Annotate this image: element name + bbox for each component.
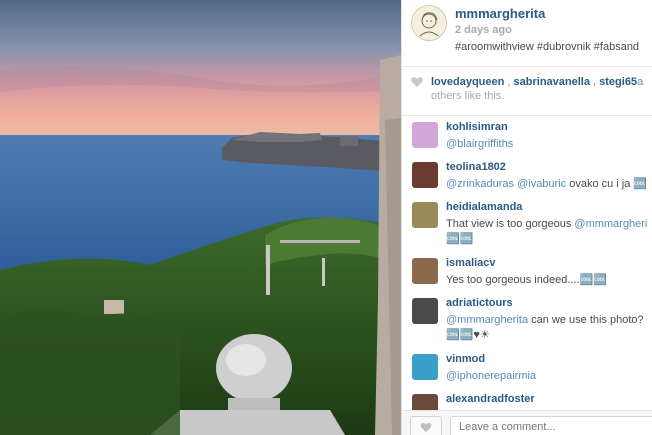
liker-separator: , bbox=[589, 76, 600, 88]
liker-link[interactable]: lovedayqueen bbox=[431, 76, 504, 88]
comment-footer bbox=[402, 410, 652, 435]
comment-emoji: 🆒🆒 bbox=[446, 233, 474, 245]
liker-link[interactable]: stegi65 bbox=[599, 76, 637, 88]
comment-text: @blairgriffiths bbox=[446, 137, 652, 152]
comment-mention[interactable]: @zrinkaduras @ivaburic bbox=[446, 178, 566, 190]
comment-text: That view is too gorgeous @mmmargheri 🆒🆒 bbox=[446, 217, 652, 247]
comment-mention[interactable]: @mmmargherita bbox=[446, 314, 528, 326]
dubrovnik-sunset-image bbox=[0, 0, 401, 435]
post-username[interactable]: mmmargherita bbox=[455, 6, 545, 21]
heart-icon bbox=[411, 77, 423, 87]
liker-trailing: a bbox=[637, 76, 644, 88]
liker-separator: , bbox=[504, 76, 514, 88]
post-timestamp: 2 days ago bbox=[455, 24, 512, 36]
post-caption: #aroomwithview #dubrovnik #fabsand bbox=[455, 41, 640, 53]
avatar[interactable] bbox=[412, 354, 438, 380]
comment-body: Yes too gorgeous indeed....🆒🆒 bbox=[446, 274, 607, 286]
comment-username[interactable]: kohlisimran bbox=[446, 121, 508, 133]
comment-body: ovako cu i ja 🆒 bbox=[566, 178, 648, 190]
comment-username[interactable]: alexandradfoster bbox=[446, 393, 535, 405]
comment-username[interactable]: teolina1802 bbox=[446, 161, 506, 173]
likes-section: lovedayqueen , sabrinavanella , stegi65a… bbox=[402, 67, 652, 116]
liker-link[interactable]: sabrinavanella bbox=[514, 76, 590, 88]
comment-text: Yes too gorgeous indeed....🆒🆒 bbox=[446, 273, 652, 288]
post-photo bbox=[0, 0, 401, 435]
comment-text: @iphonerepairmia bbox=[446, 369, 652, 384]
comments-list: kohlisimran @blairgriffiths teolina1802 … bbox=[402, 116, 652, 420]
like-heart-icon bbox=[420, 423, 432, 433]
avatar-sketch-icon bbox=[412, 6, 446, 40]
post-details-panel: mmmargherita 2 days ago #aroomwithview #… bbox=[401, 0, 652, 435]
avatar[interactable] bbox=[411, 5, 447, 41]
likes-suffix: others like this. bbox=[431, 90, 505, 102]
comment-username[interactable]: adriatictours bbox=[446, 297, 513, 309]
comment-username[interactable]: vinmod bbox=[446, 353, 485, 365]
comment-emoji: 🆒🆒♥☀ bbox=[446, 329, 490, 341]
avatar[interactable] bbox=[412, 122, 438, 148]
like-button[interactable] bbox=[410, 416, 442, 435]
comment-text: @zrinkaduras @ivaburic ovako cu i ja 🆒 bbox=[446, 177, 652, 192]
comment-mention[interactable]: @iphonerepairmia bbox=[446, 370, 536, 382]
likers-list: lovedayqueen , sabrinavanella , stegi65a bbox=[431, 76, 643, 88]
comment-mention[interactable]: @blairgriffiths bbox=[446, 138, 513, 150]
avatar[interactable] bbox=[412, 298, 438, 324]
comment-username[interactable]: ismaliacv bbox=[446, 257, 496, 269]
comment-input[interactable] bbox=[450, 416, 652, 435]
comment-text: @mmmargherita can we use this photo? 🆒🆒♥☀ bbox=[446, 313, 652, 343]
comment-body: That view is too gorgeous bbox=[446, 218, 575, 230]
post-header: mmmargherita 2 days ago #aroomwithview #… bbox=[402, 0, 652, 67]
comment-username[interactable]: heidialamanda bbox=[446, 201, 522, 213]
avatar[interactable] bbox=[412, 162, 438, 188]
comment-body: can we use this photo? bbox=[528, 314, 644, 326]
avatar[interactable] bbox=[412, 202, 438, 228]
avatar[interactable] bbox=[412, 258, 438, 284]
comment-mention[interactable]: @mmmargheri bbox=[574, 218, 647, 230]
